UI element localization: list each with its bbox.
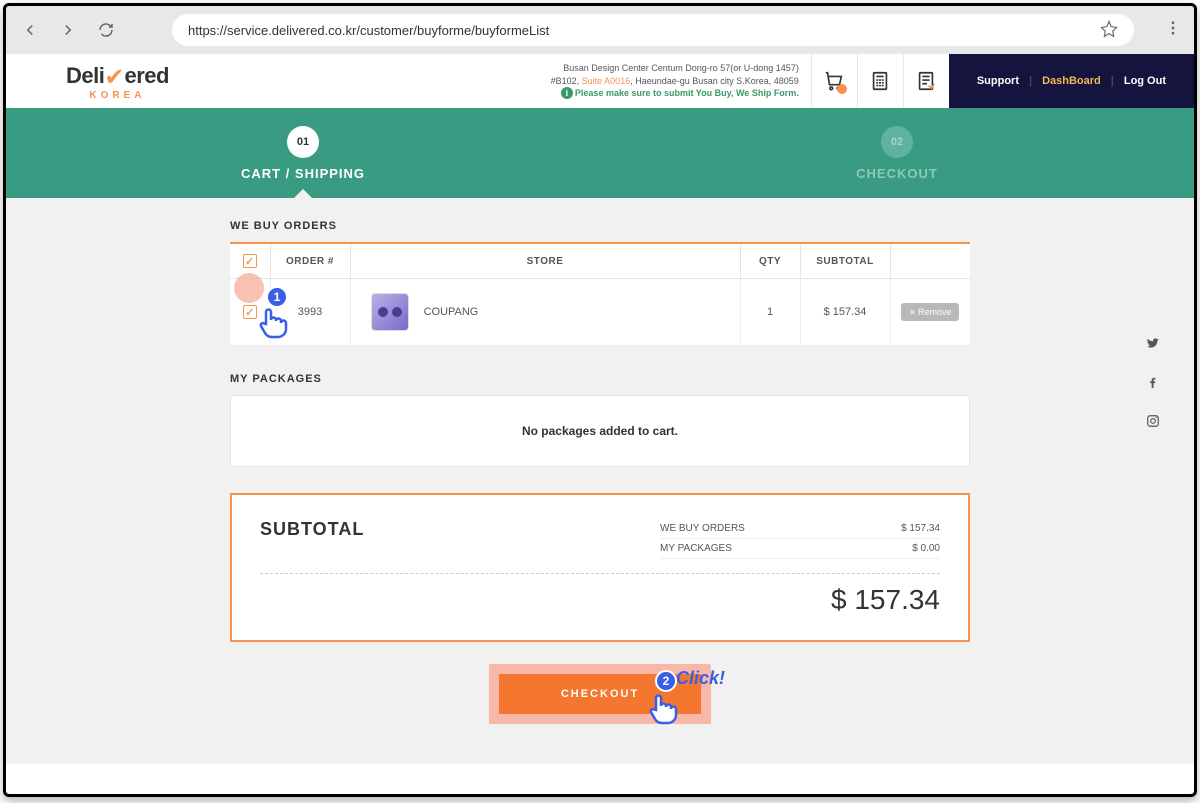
cell-qty: 1 [740,279,800,346]
cell-store: COUPANG [350,279,740,346]
info-icon: i [561,87,573,99]
we-buy-orders-title: WE BUY ORDERS [230,220,970,232]
site-logo[interactable]: Deli✔ered KOREA [66,61,169,101]
select-all-checkbox[interactable] [243,254,257,268]
cell-subtotal: $ 157.34 [800,279,890,346]
orders-table: ORDER # STORE QTY SUBTOTAL [230,242,970,345]
checkout-steps: 01 CART / SHIPPING 02 CHECKOUT [6,108,1194,198]
logo-text-right: ered [124,63,168,89]
main-content: WE BUY ORDERS ORDER # STORE QTY SUBTOTAL [6,198,1194,764]
my-packages-title: MY PACKAGES [230,373,970,385]
header-address: Busan Design Center Centum Dong-ro 57(or… [551,62,811,100]
step1-number: 01 [287,126,319,158]
remove-button[interactable]: Remove [901,303,959,321]
annotation-marker-1: 1 [252,286,292,342]
url-bar[interactable]: https://service.delivered.co.kr/customer… [172,14,1134,46]
step2-label: CHECKOUT [856,166,938,181]
logo-text-left: Deli [66,63,104,89]
table-row: 3993 COUPANG 1 $ 157.34 Remove [230,279,970,346]
col-order: ORDER # [270,243,350,279]
back-button[interactable] [18,18,42,42]
nav-logout[interactable]: Log Out [1124,75,1166,87]
site-header: Deli✔ered KOREA Busan Design Center Cent… [6,54,1194,108]
subtotal-label: SUBTOTAL [260,519,364,540]
bookmark-star-icon[interactable] [1100,20,1118,41]
annotation-marker-2: 2 Click! [650,670,682,728]
address-line1: Busan Design Center Centum Dong-ro 57(or… [551,62,799,75]
browser-menu-icon[interactable] [1164,19,1182,42]
facebook-icon[interactable] [1146,375,1160,394]
col-qty: QTY [740,243,800,279]
nav-support[interactable]: Support [977,75,1019,87]
form-icon[interactable] [903,54,949,108]
grand-total: $ 157.34 [260,573,940,616]
step-cart-shipping[interactable]: 01 CART / SHIPPING [6,108,600,198]
product-thumbnail [371,293,409,331]
step2-number: 02 [881,126,913,158]
nav-dashboard[interactable]: DashBoard [1042,75,1101,87]
twitter-icon[interactable] [1146,336,1160,355]
col-store: STORE [350,243,740,279]
cart-badge [837,84,847,94]
cart-icon[interactable] [811,54,857,108]
step1-label: CART / SHIPPING [241,166,365,181]
packages-empty: No packages added to cart. [230,395,970,467]
top-nav: Support | DashBoard | Log Out [949,54,1194,108]
step-checkout[interactable]: 02 CHECKOUT [600,108,1194,198]
col-subtotal: SUBTOTAL [800,243,890,279]
calculator-icon[interactable] [857,54,903,108]
subtotal-box: SUBTOTAL WE BUY ORDERS$ 157.34 MY PACKAG… [230,493,970,642]
browser-toolbar: https://service.delivered.co.kr/customer… [6,6,1194,54]
click-label: Click! [676,668,725,689]
reload-button[interactable] [94,18,118,42]
logo-check-icon: ✔ [104,63,124,92]
social-sidebar [1146,336,1160,433]
forward-button[interactable] [56,18,80,42]
instagram-icon[interactable] [1146,414,1160,433]
url-text: https://service.delivered.co.kr/customer… [188,23,549,38]
